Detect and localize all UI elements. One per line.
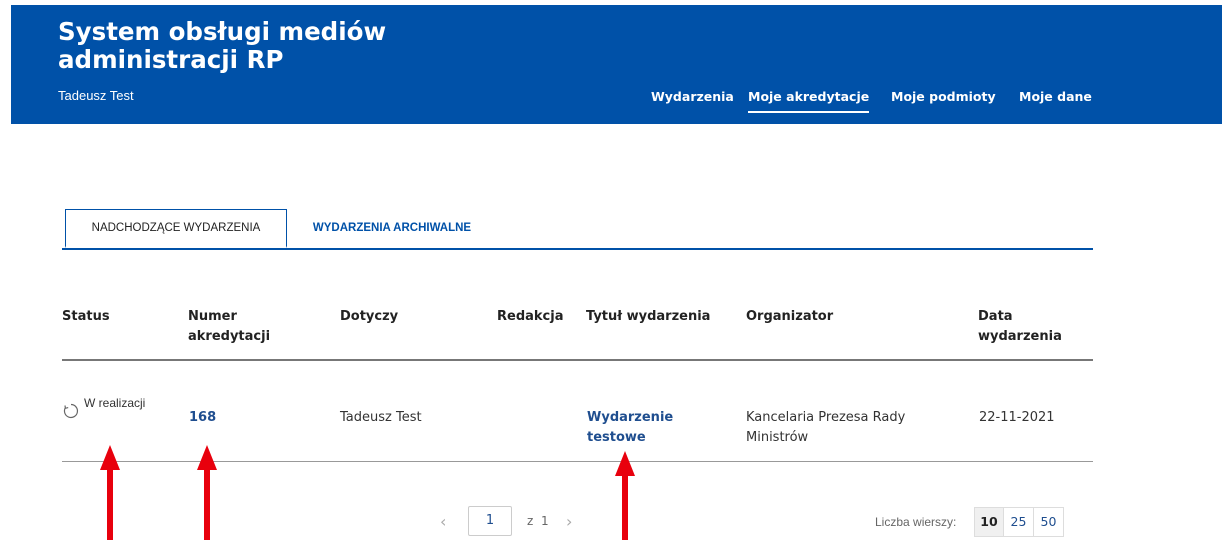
column-header-event-title: Tytuł wydarzenia: [586, 309, 711, 324]
nav-item-moje-dane[interactable]: Moje dane: [1019, 89, 1092, 104]
accreditation-number-link[interactable]: 168: [189, 408, 216, 428]
page-total: z 1: [527, 514, 549, 528]
main-nav: Wydarzenia Moje akredytacje Moje podmiot…: [11, 89, 1222, 119]
rows-per-page-selector: 10 25 50: [974, 507, 1064, 537]
next-page-icon[interactable]: ›: [566, 512, 572, 531]
event-date-cell: 22-11-2021: [979, 410, 1055, 425]
rows-option-50[interactable]: 50: [1034, 507, 1064, 537]
column-header-number: Numer akredytacji: [188, 309, 271, 344]
app-header: System obsługi mediów administracji RP T…: [11, 5, 1222, 124]
column-header-status: Status: [62, 309, 110, 324]
header-divider: [62, 359, 1093, 361]
column-header-organizer: Organizator: [746, 309, 834, 324]
page-of-label: z: [527, 514, 534, 528]
tab-upcoming-events[interactable]: NADCHODZĄCE WYDARZENIA: [65, 209, 287, 248]
concerns-cell: Tadeusz Test: [340, 410, 422, 425]
organizer-cell: Kancelaria Prezesa Rady Ministrów: [746, 410, 906, 445]
tab-archived-events[interactable]: WYDARZENIA ARCHIWALNE: [299, 209, 485, 247]
column-header-event-date: Data wydarzenia: [978, 309, 1062, 344]
annotation-arrow-status: [100, 445, 120, 540]
status-text: W realizacji: [84, 396, 146, 410]
annotation-arrow-title: [615, 451, 635, 540]
nav-item-moje-podmioty[interactable]: Moje podmioty: [891, 89, 996, 104]
event-tabs: NADCHODZĄCE WYDARZENIA WYDARZENIA ARCHIW…: [62, 209, 1093, 250]
page-number-input[interactable]: 1: [468, 506, 512, 536]
total-pages: 1: [540, 514, 549, 528]
app-title: System obsługi mediów administracji RP: [58, 17, 387, 74]
column-header-concerns: Dotyczy: [340, 309, 399, 324]
rows-option-10[interactable]: 10: [974, 507, 1004, 537]
column-header-editorial: Redakcja: [497, 309, 564, 324]
annotation-arrow-number: [197, 445, 217, 540]
in-progress-icon: [63, 403, 79, 419]
nav-item-moje-akredytacje[interactable]: Moje akredytacje: [748, 89, 870, 113]
rows-option-25[interactable]: 25: [1004, 507, 1034, 537]
previous-page-icon[interactable]: ‹: [440, 512, 446, 531]
event-title-link[interactable]: Wydarzenie testowe: [587, 408, 697, 448]
nav-item-wydarzenia[interactable]: Wydarzenia: [651, 89, 734, 104]
rows-per-page-label: Liczba wierszy:: [875, 515, 957, 529]
